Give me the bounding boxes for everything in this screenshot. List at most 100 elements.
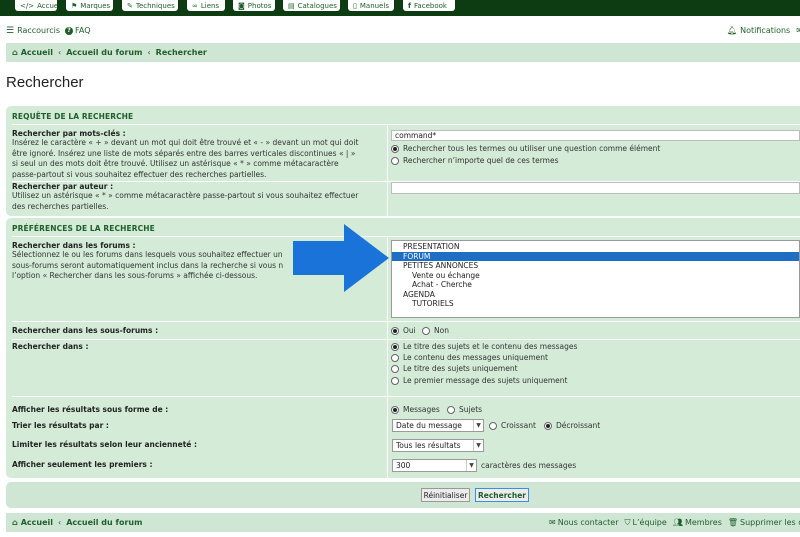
forum-option-presentation[interactable]: PRESENTATION [392,242,799,252]
nav-manuels-button[interactable]: ▯ Manuels [348,0,394,11]
row-divider [12,339,800,340]
breadcrumb-separator-icon: ‹ [147,48,151,57]
sort-select[interactable]: Date du message ▼ [392,419,484,432]
sort-descending-radio[interactable]: Décroissant [544,421,600,430]
search-button[interactable]: Rechercher [475,488,529,502]
author-label: Rechercher par auteur : [12,182,114,191]
query-section-heading: REQUÊTE DE LA RECHERCHE [12,112,134,121]
shortcuts-link[interactable]: Raccourcis [17,26,60,35]
subforums-label: Rechercher dans les sous-forums : [12,326,159,335]
breadcrumb-home[interactable]: ⌂ Accueil [12,48,53,57]
action-bar: Réinitialiser Rechercher [6,482,800,508]
facebook-icon: f [408,1,412,10]
keywords-input[interactable]: command* [391,130,800,141]
breadcrumb-separator-icon: ‹ [58,518,62,527]
trash-icon: 🗑︎ [727,518,739,527]
chevron-down-icon: ▼ [466,460,476,471]
envelope-icon: ✉ [549,518,556,527]
first-chars-label: Afficher seulement les premiers : [12,460,153,469]
radio-unchecked-icon [391,353,399,362]
forum-option-petites-annonces[interactable]: PETITES ANNONCES [392,261,799,271]
nav-facebook-button[interactable]: f Facebook [403,0,455,11]
keywords-help: Insérez le caractère « + » devant un mot… [12,138,359,179]
tag-icon: ⚑ [71,1,78,10]
link-icon: ∞ [192,1,198,10]
search-in-first-post-radio[interactable]: Le premier message des sujets uniquement [391,376,568,385]
radio-unchecked-icon [391,376,399,385]
contact-link[interactable]: Nous contacter [558,518,619,527]
footer-home-link[interactable]: ⌂ Accueil [12,518,53,527]
users-icon: 👥︎ [672,518,683,527]
bell-icon: 🔔︎ [727,26,738,35]
breadcrumb-separator-icon: ‹ [58,48,62,57]
chevron-down-icon: ▼ [473,440,483,451]
section-divider [12,236,800,237]
notifications-link[interactable]: 🔔︎ Notifications ✉ [727,26,800,35]
radio-checked-icon [391,326,399,335]
subforums-no-radio[interactable]: Non [422,326,449,335]
search-in-titles-and-content-radio[interactable]: Le titre des sujets et le contenu des me… [391,342,577,351]
nav-photos-button[interactable]: ◙ Photos [233,0,275,11]
author-help: Utilisez un astérisque « * » comme métac… [12,191,359,211]
chevron-down-icon: ▼ [473,420,483,431]
first-chars-select[interactable]: 300 ▼ [392,459,477,472]
radio-checked-icon [391,342,399,351]
nav-techniques-button[interactable]: ✎ Techniques [122,0,178,11]
forum-option-achat-cherche[interactable]: Achat - Cherche [392,280,799,290]
search-in-content-radio[interactable]: Le contenu des messages uniquement [391,353,548,362]
nav-accueil-button[interactable]: </>Accueil [15,0,57,11]
nav-liens-button[interactable]: ∞ Liens [187,0,225,11]
faq-link[interactable]: FAQ [75,26,91,35]
column-divider [387,125,388,181]
forums-listbox[interactable]: PRESENTATION FORUM PETITES ANNONCES Vent… [391,240,800,318]
column-divider [387,182,388,216]
wrench-icon: ✎ [127,1,133,10]
radio-unchecked-icon [391,364,399,373]
footer-bar: ⌂ Accueil ‹ Accueil du forum ✉ Nous conta… [6,513,800,532]
camera-icon: ◙ [238,1,245,10]
display-topics-radio[interactable]: Sujets [447,405,482,414]
radio-unchecked-icon [447,405,455,414]
page-title: Rechercher [6,74,84,91]
team-link[interactable]: L’équipe [633,518,667,527]
terms-any-radio[interactable]: Rechercher n’importe quel de ces termes [391,156,558,165]
chars-suffix: caractères des messages [481,461,577,470]
members-link[interactable]: Membres [685,518,722,527]
forum-option-vente-echange[interactable]: Vente ou échange [392,271,799,281]
forums-label: Rechercher dans les forums : [12,241,136,250]
subforums-yes-radio[interactable]: Oui [391,326,416,335]
nav-catalogues-button[interactable]: ▤ Catalogues [283,0,340,11]
radio-checked-icon [391,144,399,153]
search-in-label: Rechercher dans : [12,342,89,351]
nav-marques-button[interactable]: ⚑ Marques [66,0,113,11]
breadcrumb: ⌂ Accueil ‹ Accueil du forum ‹ Rechercher [6,43,800,62]
limit-select[interactable]: Tous les résultats ▼ [392,439,484,452]
search-in-titles-radio[interactable]: Le titre des sujets uniquement [391,364,518,373]
help-icon[interactable]: ? [65,26,74,35]
section-divider [12,124,800,125]
forums-help: Sélectionnez le ou les forums dans lesqu… [12,250,284,280]
menu-icon[interactable]: ☰ [6,26,14,36]
author-input[interactable] [391,182,800,194]
search-query-panel: REQUÊTE DE LA RECHERCHE Rechercher par m… [6,106,800,216]
terms-all-radio[interactable]: Rechercher tous les termes ou utiliser u… [391,144,660,153]
envelope-icon[interactable]: ✉ [796,26,800,35]
document-icon: ▯ [353,1,357,10]
prefs-section-heading: PRÉFÉRENCES DE LA RECHERCHE [12,224,155,233]
forum-option-tutoriels[interactable]: TUTORIELS [392,299,799,309]
radio-unchecked-icon [422,326,430,335]
reset-button[interactable]: Réinitialiser [421,488,470,502]
radio-unchecked-icon [489,421,497,430]
display-label: Afficher les résultats sous forme de : [12,405,169,414]
forum-option-agenda[interactable]: AGENDA [392,290,799,300]
display-posts-radio[interactable]: Messages [391,405,440,414]
delete-cookies-link[interactable]: Supprimer les coo [740,518,800,527]
sort-ascending-radio[interactable]: Croissant [489,421,536,430]
forum-option-forum[interactable]: FORUM [392,251,799,261]
book-icon: ▤ [288,1,295,10]
footer-forum-index-link[interactable]: Accueil du forum [66,518,142,527]
breadcrumb-forum-index[interactable]: Accueil du forum [66,48,142,57]
code-icon: </> [20,1,35,10]
breadcrumb-current[interactable]: Rechercher [156,48,207,57]
limit-label: Limiter les résultats selon leur ancienn… [12,440,197,449]
